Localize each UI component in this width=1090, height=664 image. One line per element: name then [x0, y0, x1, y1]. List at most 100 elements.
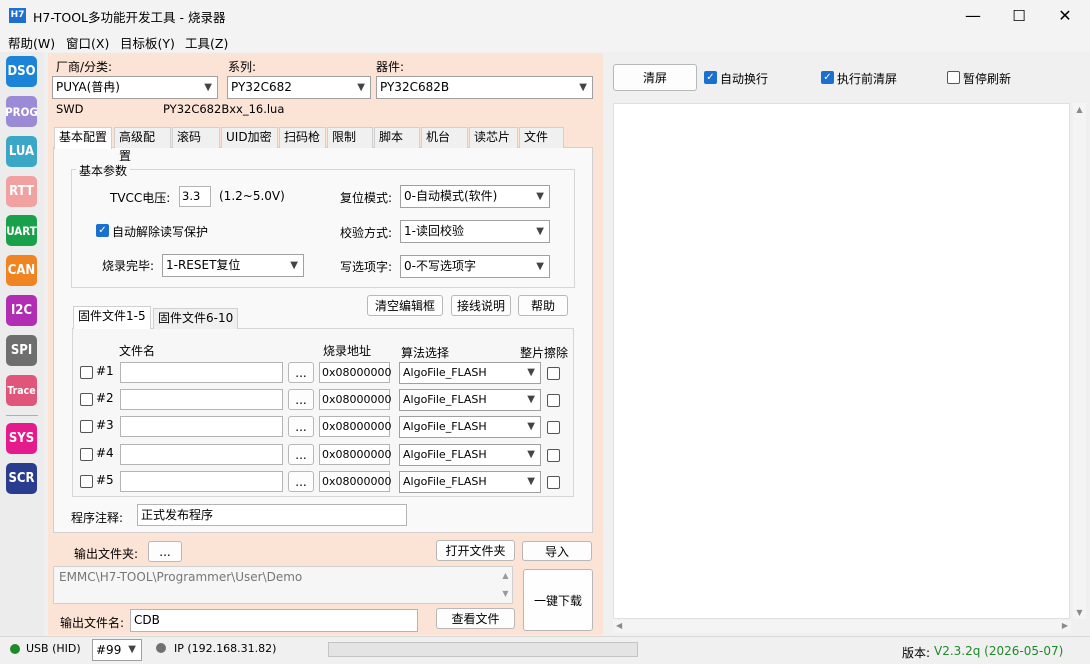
file-address-input[interactable]: 0x08000000 — [319, 444, 392, 465]
file-browse-button[interactable]: ... — [288, 471, 314, 492]
option-select[interactable]: 0-不写选项字 ▼ — [400, 255, 550, 278]
menu-tools[interactable]: 工具(Z) — [185, 33, 228, 52]
tab-firmware-6-10[interactable]: 固件文件6-10 — [153, 308, 239, 329]
auto-unprotect-checkbox[interactable]: ✓ — [96, 224, 109, 237]
sidebar-prog-button[interactable]: PROG — [5, 96, 38, 127]
pause-refresh-checkbox[interactable] — [947, 71, 960, 84]
output-folder-browse-button[interactable]: ... — [148, 541, 182, 562]
sidebar-scr-button[interactable]: SCR — [6, 463, 37, 494]
tab-2[interactable]: 高级配置 — [114, 127, 171, 163]
tab-10[interactable]: 文件 — [519, 127, 564, 148]
clear-editor-button[interactable]: 清空编辑框 — [367, 295, 443, 316]
sidebar-lua-button[interactable]: LUA — [6, 136, 37, 167]
file-address-input[interactable]: 0x08000000 — [319, 471, 392, 492]
device-select[interactable]: PY32C682B ▼ — [376, 76, 593, 99]
one-click-download-button[interactable]: 一键下载 — [523, 569, 593, 631]
chip-erase-checkbox[interactable] — [547, 476, 560, 489]
tab-9[interactable]: 读芯片 — [469, 127, 518, 148]
chip-erase-checkbox[interactable] — [547, 449, 560, 462]
file-name-input[interactable] — [120, 444, 283, 465]
vendor-select[interactable]: PUYA(普冉) ▼ — [52, 76, 218, 99]
autowrap-checkbox[interactable]: ✓ — [704, 71, 717, 84]
series-select[interactable]: PY32C682 ▼ — [227, 76, 371, 99]
minimize-button[interactable]: — — [950, 0, 996, 31]
file-enable-checkbox[interactable] — [80, 366, 93, 379]
output-name-input[interactable]: CDB — [130, 609, 418, 632]
output-path-box[interactable]: EMMC\H7-TOOL\Programmer\User\Demo — [53, 566, 513, 604]
tab-3[interactable]: 滚码 — [172, 127, 220, 148]
file-browse-button[interactable]: ... — [288, 416, 314, 437]
algorithm-select[interactable]: AlgoFile_FLASH ▼ — [399, 416, 541, 438]
file-address-input[interactable]: 0x08000000 — [319, 389, 392, 410]
view-file-button[interactable]: 查看文件 — [436, 608, 515, 629]
finish-select[interactable]: 1-RESET复位 ▼ — [162, 254, 304, 277]
sidebar-divider — [6, 415, 38, 416]
sidebar-spi-button[interactable]: SPI — [6, 335, 37, 366]
version-label: 版本: — [902, 646, 931, 660]
sidebar-i2c-button[interactable]: I2C — [6, 295, 37, 326]
menu-window[interactable]: 窗口(X) — [66, 33, 109, 52]
clear-before-checkbox[interactable]: ✓ — [821, 71, 834, 84]
sidebar-can-button[interactable]: CAN — [6, 255, 37, 286]
log-output[interactable] — [613, 103, 1070, 619]
sidebar-sys-button[interactable]: SYS — [6, 423, 37, 454]
note-input[interactable]: 正式发布程序 — [137, 504, 407, 526]
sidebar-trace-button[interactable]: Trace — [6, 375, 37, 406]
file-enable-checkbox[interactable] — [80, 475, 93, 488]
chip-erase-checkbox[interactable] — [547, 394, 560, 407]
chevron-down-icon: ▼ — [536, 191, 544, 202]
chip-erase-checkbox[interactable] — [547, 367, 560, 380]
algorithm-select[interactable]: AlgoFile_FLASH ▼ — [399, 444, 541, 466]
open-folder-button[interactable]: 打开文件夹 — [436, 540, 515, 561]
tab-8[interactable]: 机台 — [421, 127, 468, 148]
sidebar-dso-button[interactable]: DSO — [6, 56, 37, 87]
file-name-input[interactable] — [120, 471, 283, 492]
device-label: 器件: — [376, 60, 405, 74]
reset-label: 复位模式: — [340, 191, 393, 205]
file-browse-button[interactable]: ... — [288, 444, 314, 465]
tvcc-input[interactable]: 3.3 — [179, 186, 211, 207]
tab-6[interactable]: 限制 — [327, 127, 373, 148]
tab-4[interactable]: UID加密 — [221, 127, 278, 148]
file-enable-checkbox[interactable] — [80, 393, 93, 406]
port-select[interactable]: #99 ▼ — [92, 639, 142, 661]
file-enable-checkbox[interactable] — [80, 448, 93, 461]
path-scrollbar[interactable]: ▲ ▼ — [499, 567, 512, 603]
reset-select[interactable]: 0-自动模式(软件) ▼ — [400, 185, 550, 208]
wiring-button[interactable]: 接线说明 — [451, 295, 511, 316]
series-label: 系列: — [228, 60, 257, 74]
import-button[interactable]: 导入 — [522, 541, 592, 561]
log-vscrollbar[interactable]: ▲ ▼ — [1073, 103, 1086, 619]
file-name-input[interactable] — [120, 416, 283, 437]
tab-5[interactable]: 扫码枪 — [279, 127, 326, 148]
file-browse-button[interactable]: ... — [288, 362, 314, 383]
tab-1[interactable]: 基本配置 — [54, 127, 112, 149]
chevron-down-icon: ▼ — [527, 394, 535, 405]
algorithm-select[interactable]: AlgoFile_FLASH ▼ — [399, 389, 541, 411]
sidebar-uart-button[interactable]: UART — [6, 215, 37, 246]
file-browse-button[interactable]: ... — [288, 389, 314, 410]
help-button[interactable]: 帮助 — [518, 295, 568, 316]
algorithm-select[interactable]: AlgoFile_FLASH ▼ — [399, 471, 541, 493]
menu-help[interactable]: 帮助(W) — [8, 33, 55, 52]
chip-erase-checkbox[interactable] — [547, 421, 560, 434]
verify-select[interactable]: 1-读回校验 ▼ — [400, 220, 550, 243]
menu-target[interactable]: 目标板(Y) — [120, 33, 175, 52]
algorithm-select[interactable]: AlgoFile_FLASH ▼ — [399, 362, 541, 384]
auto-unprotect-label: 自动解除读写保护 — [112, 225, 209, 239]
close-button[interactable]: ✕ — [1042, 0, 1088, 31]
file-id: #3 — [96, 418, 114, 432]
lua-file-text: PY32C682Bxx_16.lua — [163, 102, 285, 116]
file-address-input[interactable]: 0x08000000 — [319, 416, 392, 437]
tab-firmware-1-5[interactable]: 固件文件1-5 — [73, 306, 151, 329]
file-name-input[interactable] — [120, 389, 283, 410]
usb-status-dot — [10, 644, 20, 654]
file-enable-checkbox[interactable] — [80, 420, 93, 433]
file-address-input[interactable]: 0x08000000 — [319, 362, 392, 383]
sidebar-rtt-button[interactable]: RTT — [6, 176, 37, 207]
file-name-input[interactable] — [120, 362, 283, 383]
maximize-button[interactable]: ☐ — [996, 0, 1042, 31]
clear-screen-button[interactable]: 清屏 — [613, 64, 697, 91]
log-hscrollbar[interactable]: ◀ ▶ — [613, 620, 1071, 633]
tab-7[interactable]: 脚本 — [374, 127, 420, 148]
